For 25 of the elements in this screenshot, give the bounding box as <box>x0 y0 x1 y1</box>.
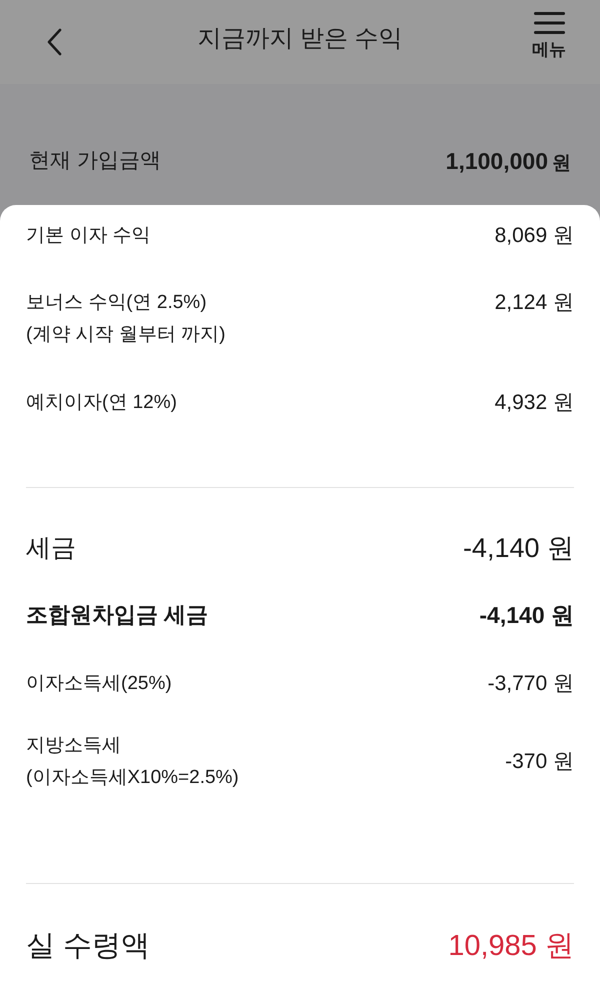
currency-unit: 원 <box>552 152 571 176</box>
income-amount: 4,932 원 <box>494 390 574 416</box>
net-amount-value: 10,985 원 <box>448 929 574 964</box>
page-title: 지금까지 받은 수익 <box>197 24 403 54</box>
menu-button[interactable]: 메뉴 <box>532 12 566 60</box>
tax-item-label: 지방소득세 <box>26 734 122 758</box>
tax-item-note: (이자소득세X10%=2.5%) <box>26 766 239 790</box>
tax-item-label: 이자소득세(25%) <box>26 672 172 696</box>
current-amount-label: 현재 가입금액 <box>29 148 161 174</box>
net-amount-label: 실 수령액 <box>26 929 150 964</box>
income-note: (계약 시작 월부터 까지) <box>26 323 226 347</box>
tax-item-amount: -370 원 <box>505 749 574 775</box>
current-amount-value: 1,100,000 <box>446 147 548 176</box>
income-amount: 8,069 원 <box>494 223 574 249</box>
income-label: 예치이자(연 12%) <box>26 391 177 415</box>
income-amount: 2,124 원 <box>494 290 574 316</box>
income-label: 보너스 수익(연 2.5%) <box>26 291 208 315</box>
tax-total-label: 세금 <box>26 533 76 564</box>
tax-item-amount: -3,770 원 <box>488 671 574 697</box>
tax-total-amount: -4,140 원 <box>462 532 574 565</box>
menu-icon <box>534 12 564 34</box>
income-label: 기본 이자 수익 <box>26 224 151 248</box>
back-icon <box>46 28 62 56</box>
tax-subtotal-amount: -4,140 원 <box>479 601 574 630</box>
tax-subtotal-label: 조합원차입금 세금 <box>26 601 208 629</box>
